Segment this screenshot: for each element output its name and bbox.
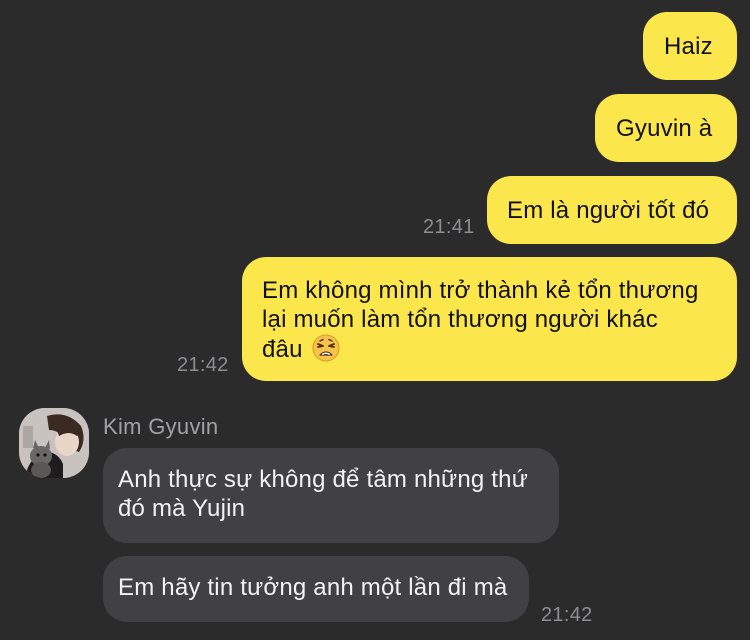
- message-timestamp: 21:42: [541, 604, 593, 626]
- message-bubble-outgoing[interactable]: Em là người tốt đó: [487, 176, 737, 244]
- chat-view: Haiz Gyuvin à 21:41 Em là người tốt đó 2…: [0, 0, 750, 640]
- message-text-line: lại muốn làm tổn thương người khác: [262, 306, 658, 333]
- message-bubble-outgoing[interactable]: Gyuvin à: [595, 94, 737, 162]
- message-bubble-incoming[interactable]: Em hãy tin tưởng anh một lần đi mà: [103, 556, 529, 622]
- message-text: Em hãy tin tưởng anh một lần đi mà: [118, 574, 508, 601]
- message-timestamp: 21:42: [177, 354, 229, 376]
- message-bubble-incoming[interactable]: Anh thực sự không để tâm những thứ đó mà…: [103, 448, 559, 543]
- message-text-line: đâu: [262, 334, 737, 369]
- message-text: Gyuvin à: [616, 115, 713, 142]
- message-text: Em là người tốt đó: [507, 197, 710, 224]
- message-timestamp: 21:41: [423, 216, 475, 238]
- message-text-line: Anh thực sự không để tâm những thứ: [118, 466, 528, 493]
- message-text: đâu: [262, 336, 303, 363]
- avatar[interactable]: [19, 408, 89, 478]
- message-bubble-outgoing[interactable]: Haiz: [643, 12, 737, 80]
- message-text-line: đó mà Yujin: [118, 495, 246, 522]
- message-text: Haiz: [664, 33, 713, 60]
- message-bubble-outgoing[interactable]: Em không mình trở thành kẻ tổn thương lạ…: [242, 257, 737, 381]
- message-text-line: Em không mình trở thành kẻ tổn thương: [262, 277, 699, 304]
- avatar-photo-icon: [19, 408, 89, 478]
- sender-name: Kim Gyuvin: [103, 414, 219, 439]
- weary-face-emoji-icon: [312, 334, 340, 369]
